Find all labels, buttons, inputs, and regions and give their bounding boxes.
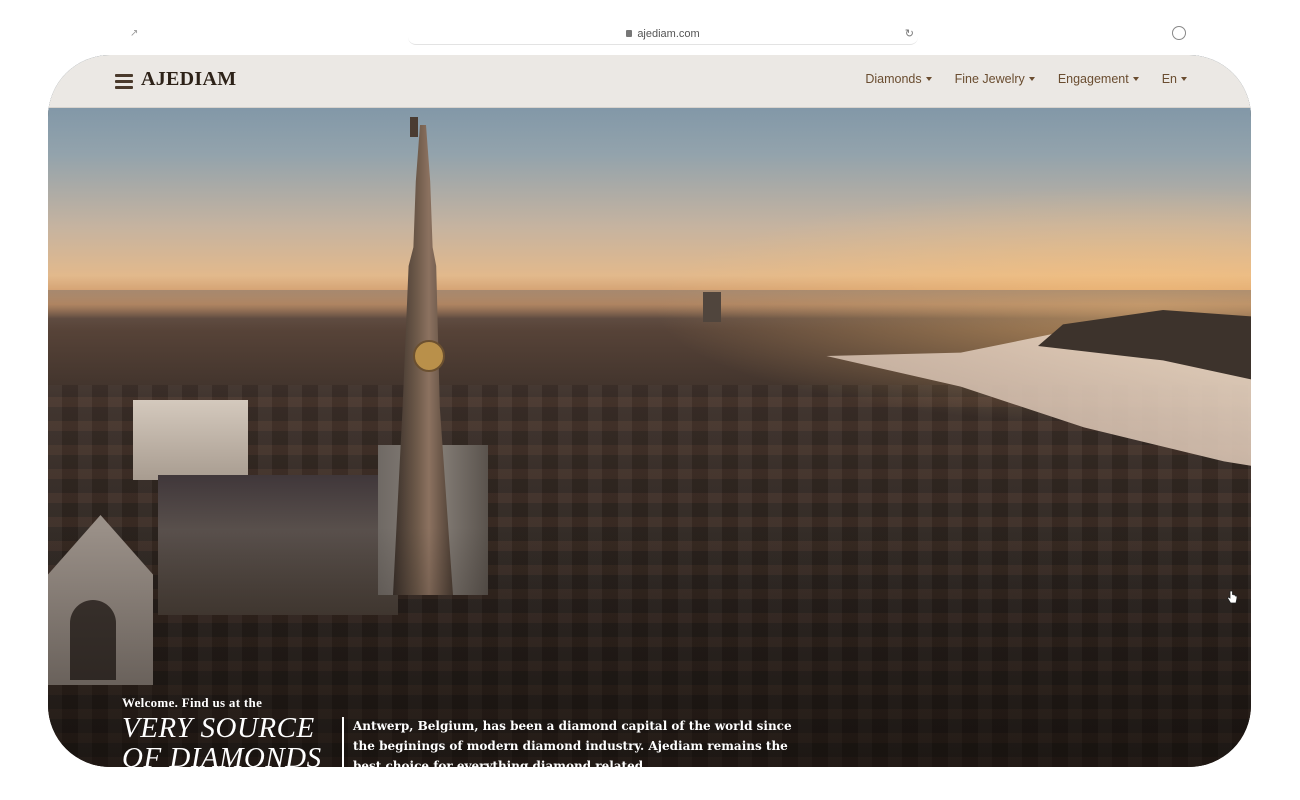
nav-menu: Diamonds Fine Jewelry Engagement En (865, 72, 1187, 86)
hand-cursor-icon (1226, 590, 1238, 604)
hamburger-menu-icon[interactable] (115, 74, 133, 89)
language-selector[interactable]: En (1162, 72, 1187, 86)
nav-item-label: Engagement (1057, 72, 1129, 86)
nav-item-diamonds[interactable]: Diamonds (865, 72, 932, 86)
top-navbar: AJEDIAM Diamonds Fine Jewelry Engagement… (48, 55, 1251, 108)
caret-down-icon (1181, 77, 1187, 81)
clock-face (413, 340, 445, 372)
distant-tower (703, 292, 721, 322)
caret-down-icon (1028, 77, 1035, 81)
white-building (133, 400, 248, 480)
reload-icon[interactable]: ↻ (905, 27, 914, 40)
address-bar[interactable]: ajediam.com ↻ (408, 24, 918, 45)
download-icon[interactable] (1172, 26, 1186, 40)
spire-tip (410, 117, 418, 137)
address-bar-text: ajediam.com (408, 28, 918, 40)
nav-item-fine-jewelry[interactable]: Fine Jewelry (955, 72, 1035, 86)
hero-image (48, 55, 1251, 767)
nav-item-engagement[interactable]: Engagement (1058, 72, 1139, 86)
language-label: En (1161, 72, 1177, 86)
hero-divider (342, 717, 344, 767)
website-window: AJEDIAM Diamonds Fine Jewelry Engagement… (48, 55, 1251, 767)
lock-icon (626, 30, 633, 37)
hero-welcome: Welcome. Find us at the (122, 695, 263, 710)
caret-down-icon (1132, 77, 1139, 81)
nav-item-label: Diamonds (865, 72, 922, 86)
hero-description: Antwerp, Belgium, has been a diamond cap… (353, 719, 792, 767)
url-label: ajediam.com (637, 28, 700, 40)
hero-headline: VERY SOURCE OF DIAMONDS (122, 712, 322, 767)
caret-down-icon (925, 77, 932, 81)
nav-item-label: Fine Jewelry (954, 72, 1025, 86)
browser-back-mark: ↗ (130, 28, 139, 39)
brand-logo[interactable]: AJEDIAM (141, 68, 236, 91)
